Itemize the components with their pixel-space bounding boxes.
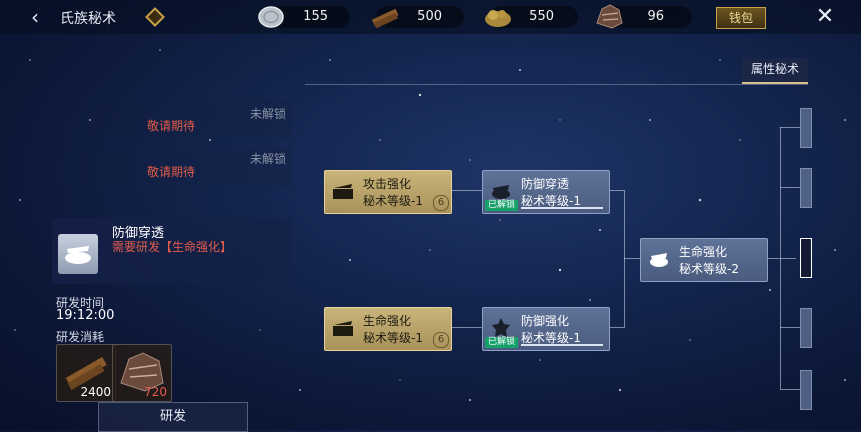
close-button[interactable]: ✕ — [812, 4, 838, 30]
skill-node-offscreen[interactable] — [800, 308, 812, 348]
armor-pierce-icon — [58, 234, 98, 274]
skill-node-offscreen[interactable] — [800, 168, 812, 208]
node-progress — [521, 344, 603, 346]
node-name: 防御穿透 — [521, 177, 570, 191]
fur-count: 96 — [647, 9, 664, 24]
research-time-value: 19:12:00 — [56, 308, 115, 323]
tree-connector — [780, 389, 800, 390]
research-button[interactable]: 研发 — [98, 402, 248, 432]
node-name: 攻击强化 — [363, 177, 412, 191]
info-diamond-icon[interactable] — [145, 7, 165, 27]
tree-connector — [780, 187, 800, 188]
coming-soon-text: 敬请期待 — [147, 165, 196, 179]
life-boost-icon — [331, 316, 355, 340]
unlocked-badge: 已解锁 — [485, 337, 519, 348]
tree-connector — [451, 190, 483, 191]
tree-connector — [766, 258, 796, 259]
unlocked-badge: 已解锁 — [485, 200, 519, 211]
cost-item-wood: 2400 — [56, 344, 116, 402]
tree-connector — [780, 127, 781, 389]
skill-node-offscreen[interactable] — [800, 370, 812, 410]
node-name: 生命强化 — [679, 245, 728, 259]
tree-connector — [451, 327, 483, 328]
coming-soon-text: 敬请期待 — [147, 119, 196, 133]
tree-connector — [624, 190, 625, 328]
skill-node-defense-boost[interactable]: 防御强化 秘术等级-1 已解锁 — [482, 307, 610, 351]
tab-attribute-arts[interactable]: 属性秘术 — [742, 58, 808, 84]
wood-count: 500 — [417, 9, 442, 24]
node-number: 6 — [433, 332, 449, 348]
node-level: 秘术等级-1 — [363, 194, 423, 208]
node-name: 防御强化 — [521, 314, 570, 328]
locked-status: 未解锁 — [250, 152, 287, 166]
tree-connector — [609, 190, 624, 191]
tree-connector — [780, 127, 800, 128]
skill-node-attack-boost[interactable]: 攻击强化 秘术等级-1 6 — [324, 170, 452, 214]
skill-node-offscreen[interactable] — [800, 238, 812, 278]
tree-connector — [624, 258, 640, 259]
locked-slot: 敬请期待 未解锁 — [52, 100, 292, 138]
cost-item-fur: 720 — [112, 344, 172, 402]
page-title: 氏族秘术 — [60, 11, 116, 27]
node-level: 秘术等级-1 — [363, 331, 423, 345]
node-level: 秘术等级-2 — [679, 262, 739, 276]
locked-status: 未解锁 — [250, 107, 287, 121]
wallet-button[interactable]: 钱包 — [716, 7, 766, 29]
node-progress — [521, 207, 603, 209]
tree-connector — [609, 327, 624, 328]
ore-count: 550 — [529, 9, 554, 24]
tree-connector — [780, 327, 800, 328]
cost-value: 720 — [144, 385, 167, 399]
skill-node-armor-pierce[interactable]: 防御穿透 秘术等级-1 已解锁 — [482, 170, 610, 214]
life-boost-icon — [647, 247, 671, 271]
skill-node-life-boost-2[interactable]: 生命强化 秘术等级-2 — [640, 238, 768, 282]
silver-count: 155 — [303, 9, 328, 24]
top-bar: ‹ 氏族秘术 155 500 550 96 钱包 ✕ — [0, 0, 861, 34]
node-name: 生命强化 — [363, 314, 412, 328]
skill-node-life-boost[interactable]: 生命强化 秘术等级-1 6 — [324, 307, 452, 351]
research-cost-label: 研发消耗 — [56, 330, 105, 344]
locked-slot: 敬请期待 未解锁 — [52, 148, 292, 186]
tab-divider — [305, 84, 808, 85]
attack-boost-icon — [331, 179, 355, 203]
skill-requirement: 需要研发【生命强化】 — [112, 240, 233, 254]
cost-value: 2400 — [80, 385, 111, 399]
skill-node-offscreen[interactable] — [800, 108, 812, 148]
node-number: 6 — [433, 195, 449, 211]
back-button[interactable]: ‹ — [22, 6, 48, 28]
skill-detail-panel: 防御穿透 需要研发【生命强化】 — [52, 218, 292, 284]
